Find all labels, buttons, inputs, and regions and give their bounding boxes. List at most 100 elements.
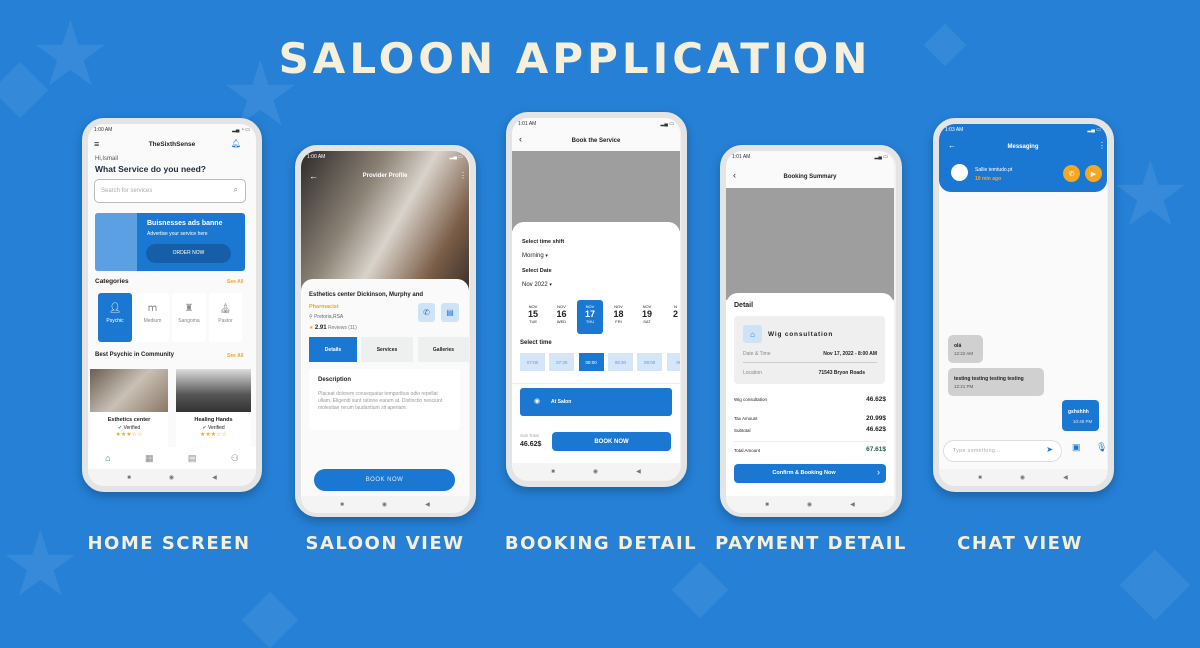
video-call-button[interactable]: ▶ bbox=[1085, 165, 1102, 182]
date-chip[interactable]: NOV 18 FRI bbox=[606, 300, 632, 334]
system-nav: ■ ◉ ◀ bbox=[512, 463, 680, 480]
microphone-icon[interactable]: 🎙︎ bbox=[1096, 442, 1107, 453]
subtotal-value: 46.62$ bbox=[520, 441, 542, 448]
location-pin-icon: ⚲ bbox=[309, 314, 313, 320]
banner-title: Buisnesses ads banne bbox=[147, 220, 223, 227]
provider-card[interactable]: Esthetics center ✔ Verified ★★★☆☆ bbox=[90, 369, 168, 447]
time-slot[interactable]: 09:00 bbox=[637, 353, 663, 371]
screen-title: Book the Service bbox=[571, 138, 621, 144]
search-input[interactable]: Search for services ⌕ bbox=[94, 179, 246, 203]
contact-name: Sallie temtudo.pt bbox=[975, 167, 1013, 173]
time-label: Select time bbox=[520, 340, 552, 346]
category-medium[interactable]: ⅿ Medium bbox=[136, 293, 169, 342]
greeting: Hi,Ismail bbox=[95, 156, 119, 162]
provider-name: Esthetics center Dickinson, Murphy and bbox=[309, 292, 424, 298]
more-icon[interactable]: ⋮ bbox=[1098, 141, 1106, 150]
image-icon[interactable]: ▣ bbox=[1072, 442, 1081, 453]
label-payment: PAYMENT DETAIL bbox=[715, 533, 907, 554]
total-amount: 67.61$ bbox=[866, 446, 886, 453]
more-icon[interactable]: ⋮ bbox=[459, 171, 467, 180]
tab-details[interactable]: Details bbox=[309, 337, 357, 362]
date-chip[interactable]: N2 bbox=[663, 300, 681, 334]
provider-card[interactable]: Healing Hands ✔ Verified ★★★☆☆ bbox=[176, 369, 251, 447]
category-psychic[interactable]: 👤︎ Psychic bbox=[98, 293, 132, 342]
description-card: Description Placeat dolorem consequatur … bbox=[309, 369, 460, 430]
category-pastor[interactable]: ⛪︎ Pastor bbox=[209, 293, 242, 342]
radio-selected-icon[interactable]: ◉ bbox=[534, 397, 540, 405]
book-now-button[interactable]: BOOK NOW bbox=[314, 469, 455, 491]
time-slot[interactable]: 07:30 bbox=[549, 353, 575, 371]
system-nav: ■ ◉ ◀ bbox=[939, 469, 1107, 486]
profile-icon[interactable]: ⚇ bbox=[231, 453, 239, 464]
label-saloon: SALOON VIEW bbox=[305, 533, 465, 554]
call-button[interactable]: ✆ bbox=[418, 303, 435, 322]
banner-subtitle: Advertise your service here bbox=[147, 231, 208, 237]
decor-diamond bbox=[241, 591, 299, 648]
detail-heading: Detail bbox=[734, 302, 754, 309]
provider-image bbox=[90, 369, 168, 412]
decor-diamond bbox=[671, 561, 729, 619]
provider-image bbox=[176, 369, 251, 412]
rating-value: 2.91 bbox=[314, 325, 327, 331]
month-dropdown[interactable]: Nov 2022 ▾ bbox=[522, 282, 552, 288]
shift-dropdown[interactable]: Morning ▾ bbox=[522, 253, 548, 259]
calendar-icon[interactable]: ▦ bbox=[145, 453, 154, 464]
label-chat: CHAT VIEW bbox=[957, 533, 1083, 554]
date-chip[interactable]: NOV 19 SAT bbox=[634, 300, 660, 334]
search-icon[interactable]: ⌕ bbox=[234, 185, 238, 195]
screen-title: Provider Profile bbox=[362, 173, 408, 179]
screen-title: Booking Summary bbox=[783, 174, 837, 180]
time-slot[interactable]: 09 bbox=[666, 353, 680, 371]
message-incoming: olá 12:22 AM bbox=[948, 335, 983, 363]
location-value: 71543 Bryon Roads bbox=[818, 370, 865, 376]
date-chip[interactable]: NOV 16 WED bbox=[549, 300, 575, 334]
tab-galleries[interactable]: Galleries bbox=[418, 337, 469, 362]
time-slot[interactable]: 07:00 bbox=[520, 353, 545, 371]
chat-icon[interactable]: ▤ bbox=[188, 453, 197, 464]
message-input[interactable]: Type something... ➤ bbox=[943, 440, 1062, 462]
book-now-button[interactable]: BOOK NOW bbox=[552, 432, 671, 451]
shift-label: Select time shift bbox=[522, 239, 565, 245]
time-slot[interactable]: 08:00 bbox=[578, 353, 604, 371]
decor-star: ★ bbox=[1110, 145, 1191, 245]
provider-photo bbox=[301, 151, 469, 291]
service-price: 46.62$ bbox=[866, 396, 886, 403]
label-booking: BOOKING DETAIL bbox=[504, 533, 698, 554]
tab-services[interactable]: Services bbox=[361, 337, 413, 362]
message-incoming: testing testing testing testing 12:21 PM bbox=[948, 368, 1044, 396]
date-chip[interactable]: NOV 17 THU bbox=[577, 300, 603, 334]
status-time: 1:00 AM bbox=[94, 127, 113, 133]
image-placeholder bbox=[726, 188, 894, 300]
reviews-count: Reviews (11) bbox=[327, 325, 357, 331]
provider-location: Pretoria,RSA bbox=[314, 314, 344, 320]
message-button[interactable]: ▤ bbox=[441, 303, 459, 322]
send-icon[interactable]: ➤ bbox=[1046, 445, 1053, 454]
message-outgoing: gshshhh 10:48 PM bbox=[1062, 400, 1099, 431]
categories-heading: Categories bbox=[95, 278, 129, 285]
tax-amount: 20.99$ bbox=[866, 415, 886, 422]
date-value: Nov 17, 2022 - 8:00 AM bbox=[823, 351, 877, 357]
voice-call-button[interactable]: ✆ bbox=[1063, 165, 1080, 182]
order-now-button[interactable]: ORDER NOW bbox=[146, 244, 231, 263]
phone-chat: 1:03 AM ▂▄ ▭ ← Messaging ⋮ Sallie temtudo… bbox=[933, 118, 1114, 492]
see-all-best[interactable]: See All bbox=[227, 353, 244, 359]
system-nav: ■ ◉ ◀ bbox=[301, 496, 469, 513]
image-placeholder bbox=[512, 151, 680, 231]
bell-icon[interactable]: 🔔︎ bbox=[231, 139, 241, 148]
home-icon[interactable]: ⌂ bbox=[105, 453, 110, 463]
subtotal-label: Sub Total bbox=[520, 433, 539, 438]
phone-payment: 1:01 AM ▂▄ ▭ ‹ Booking Summary Detail ⌂ W… bbox=[720, 145, 902, 517]
ads-banner[interactable]: Buisnesses ads banne Advertise your serv… bbox=[95, 213, 245, 271]
provider-role: Pharmacist bbox=[309, 304, 339, 310]
see-all-categories[interactable]: See All bbox=[227, 279, 244, 285]
time-slot[interactable]: 08:30 bbox=[607, 353, 633, 371]
decor-diamond bbox=[1119, 549, 1191, 621]
date-chip[interactable]: NOV 15 TUE bbox=[520, 300, 546, 334]
chevron-right-icon: › bbox=[877, 467, 880, 477]
status-icons: ▂▄ ◔ ▭ bbox=[232, 127, 250, 133]
confirm-booking-button[interactable]: Confirm & Booking Now › bbox=[734, 464, 886, 483]
category-sangoma[interactable]: ♜ Sangoma bbox=[172, 293, 206, 342]
at-salon-option[interactable]: ◉ At Salon bbox=[520, 388, 672, 416]
phone-booking: 1:01 AM ▂▄ ▭ ‹ Book the Service Select ti… bbox=[506, 112, 687, 487]
question-heading: What Service do you need? bbox=[95, 164, 206, 174]
